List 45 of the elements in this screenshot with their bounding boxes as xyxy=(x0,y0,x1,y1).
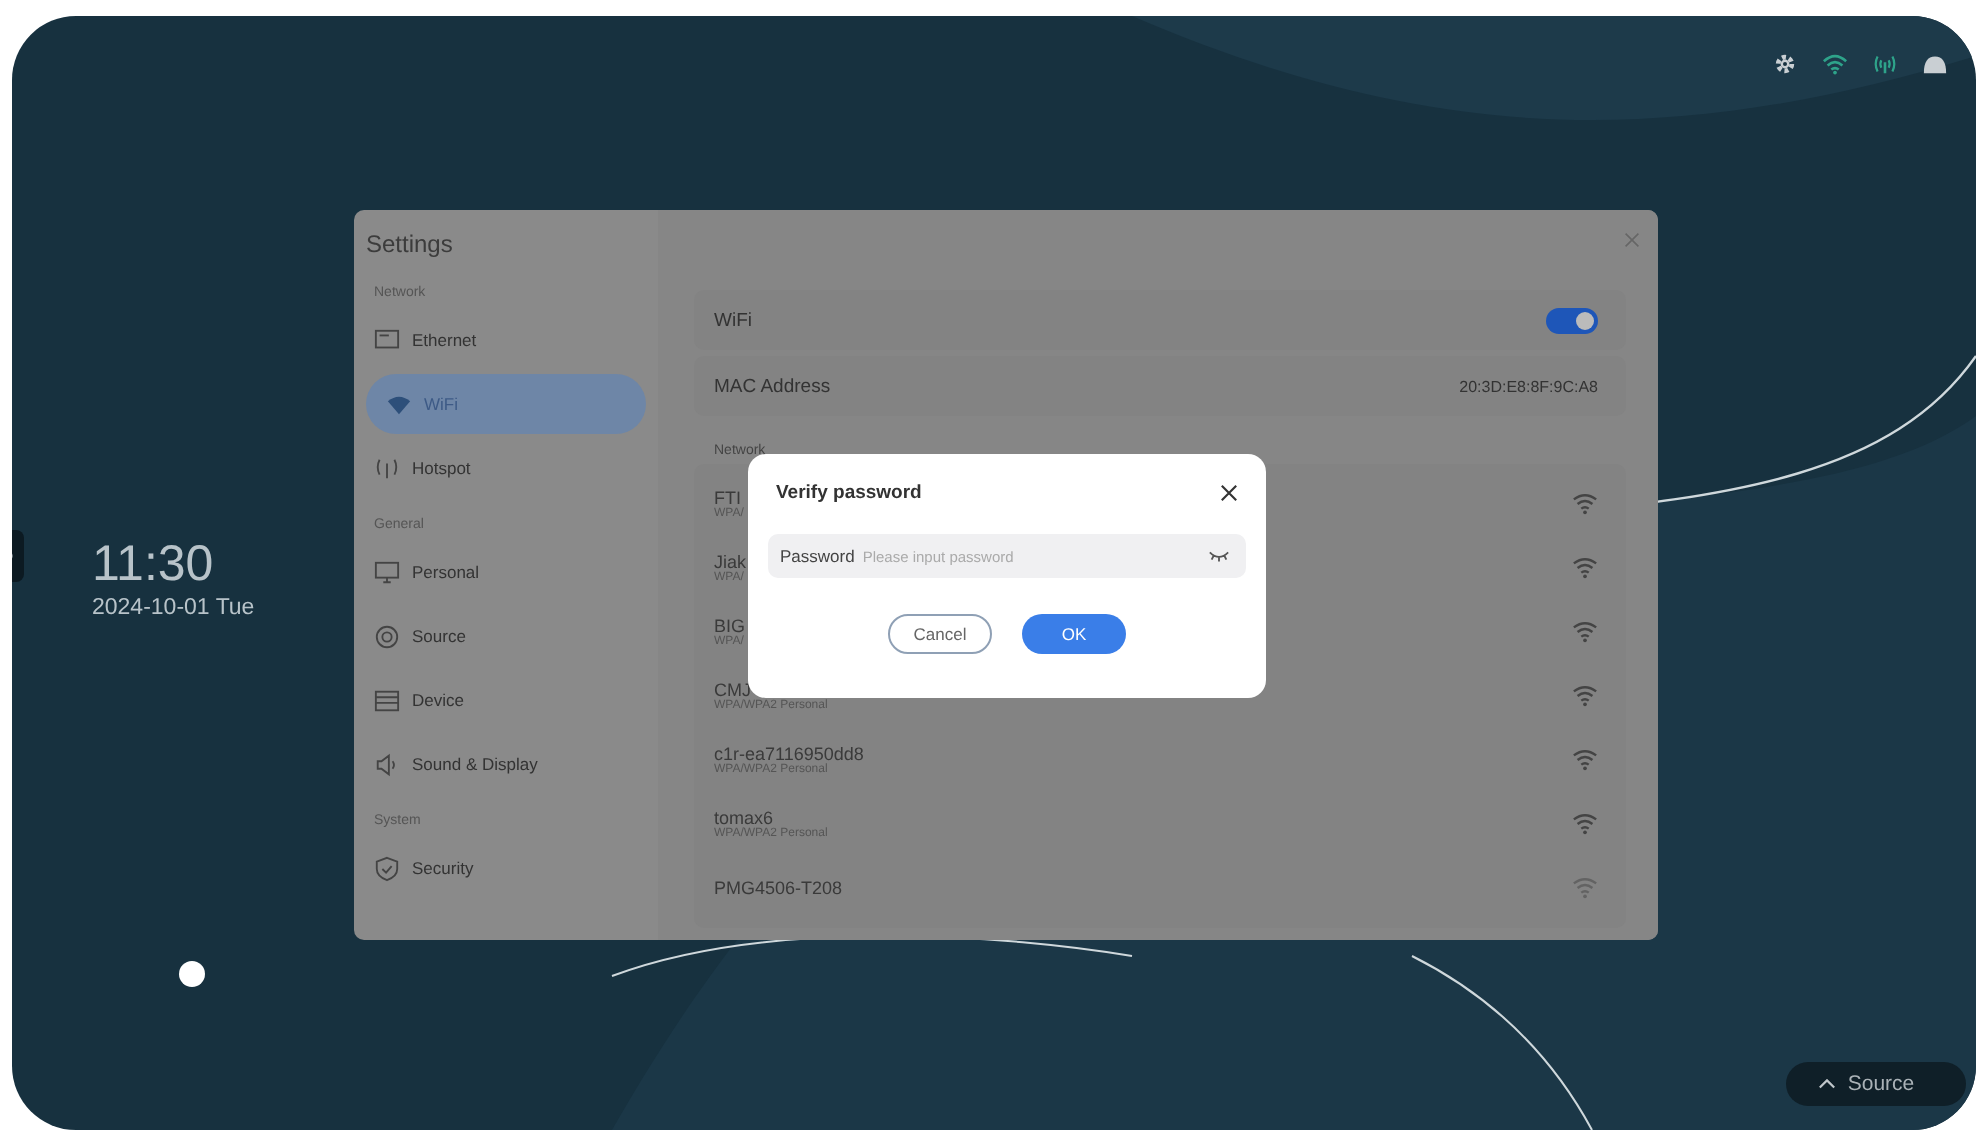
close-icon[interactable] xyxy=(1220,483,1238,501)
sidebar-item[interactable]: Sound & Display xyxy=(366,734,646,794)
network-name[interactable]: PMG4506-T208 xyxy=(714,878,843,898)
sidebar-item[interactable]: Personal xyxy=(366,542,646,602)
wifi-signal-icon xyxy=(1572,812,1598,836)
network-name[interactable]: FTI xyxy=(714,488,744,508)
dialog-title: Verify password xyxy=(776,481,922,503)
sidebar-item[interactable]: Device xyxy=(366,670,646,730)
mac-value: 20:3D:E8:8F:9C:A8 xyxy=(1459,377,1598,395)
wifi-toggle[interactable] xyxy=(1546,307,1598,333)
network-name[interactable]: Jiak xyxy=(714,552,747,572)
device-icon xyxy=(374,687,400,713)
monitor-icon xyxy=(374,327,400,353)
wifi-icon[interactable] xyxy=(1822,52,1848,76)
sidebar-item[interactable]: Hotspot xyxy=(366,438,646,498)
wifi-signal-icon xyxy=(1572,876,1598,900)
source-button[interactable]: Source xyxy=(1786,1062,1966,1106)
sidebar-item[interactable]: Security xyxy=(366,838,646,898)
network-name[interactable]: c1r-ea7116950dd8 xyxy=(714,744,864,764)
wifi-signal-icon xyxy=(1572,492,1598,516)
cancel-button[interactable]: Cancel xyxy=(888,614,992,654)
sidebar-item[interactable]: Source xyxy=(366,606,646,666)
antenna-icon xyxy=(374,455,400,481)
wifi-signal-icon xyxy=(1572,556,1598,580)
wifi-icon xyxy=(386,391,412,417)
mac-label: MAC Address xyxy=(714,375,831,397)
settings-icon[interactable] xyxy=(1772,52,1798,76)
floating-ball-icon[interactable] xyxy=(178,960,206,988)
caret-icon xyxy=(1817,1078,1836,1090)
shield-icon xyxy=(374,855,400,881)
ok-button[interactable]: OK xyxy=(1022,614,1126,654)
monitor-icon xyxy=(374,559,400,585)
wifi-signal-icon xyxy=(1572,684,1598,708)
speaker-icon xyxy=(374,751,400,777)
sidebar-item[interactable]: Ethernet xyxy=(366,310,646,370)
window-title: Settings xyxy=(366,230,455,258)
network-name[interactable]: BIG xyxy=(714,616,746,636)
wifi-signal-icon xyxy=(1572,620,1598,644)
wifi-label: WiFi xyxy=(714,309,752,331)
clock-time: 11:30 xyxy=(92,536,216,592)
network-name[interactable]: tomax6 xyxy=(714,808,828,828)
clock-date: 2024-10-01 Tue xyxy=(92,596,255,620)
eye-closed-icon[interactable] xyxy=(1208,550,1230,562)
hotspot-icon[interactable] xyxy=(1872,52,1898,76)
wifi-signal-icon xyxy=(1572,748,1598,772)
